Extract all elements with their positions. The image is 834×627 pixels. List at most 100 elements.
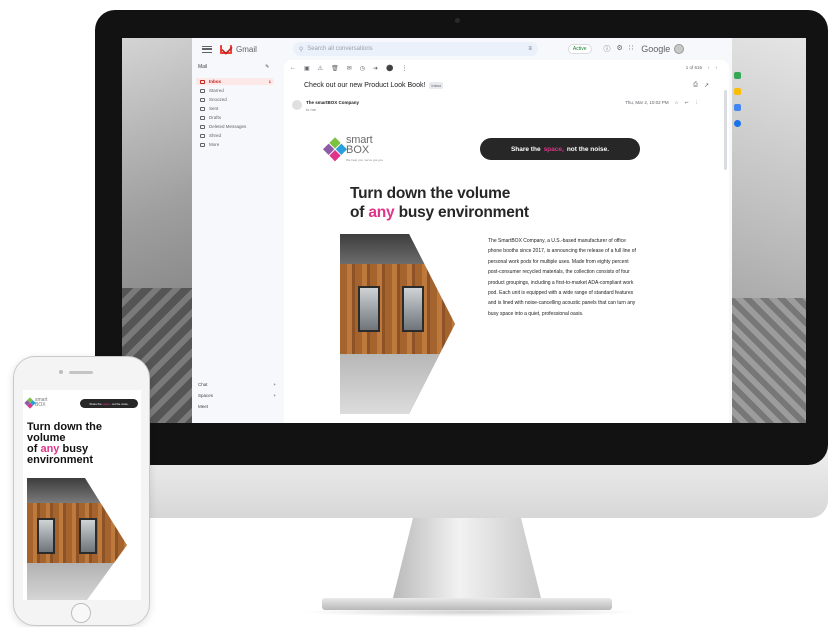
- section-label: Spaces: [198, 393, 214, 398]
- email-body-text: The SmartBOX Company, a U.S.-based manuf…: [488, 238, 636, 317]
- pager: 1 of 616 ‹ ›: [686, 65, 717, 70]
- mail-section: Mail ✎: [198, 64, 269, 70]
- phone-screen: smart BOX Share the space, not the noise…: [23, 390, 141, 600]
- label-icon[interactable]: ⚫: [386, 65, 393, 72]
- status-selector[interactable]: Active: [567, 44, 592, 54]
- slogan-banner: Share the space, not the noise.: [480, 138, 640, 160]
- search-icon: ⚲: [298, 46, 304, 53]
- settings-icon[interactable]: ⚙: [617, 44, 623, 54]
- chevron-down-icon: [200, 142, 205, 147]
- smartbox-logo: smart BOX We hear you, we've got you.: [322, 134, 384, 165]
- contacts-icon[interactable]: [734, 120, 741, 127]
- phone-logo-wordmark: smart BOX: [35, 398, 48, 408]
- label-icon: [200, 124, 205, 129]
- sidebar-section-chat[interactable]: Chat +: [198, 382, 276, 387]
- sidebar-item-deleted[interactable]: Deleted Messages: [196, 123, 274, 130]
- sidebar-item-snoozed[interactable]: Snoozed: [196, 96, 274, 103]
- message-meta: Thu, Mar 2, 10:02 PM ☆ ↩ ⋮: [625, 100, 699, 106]
- message-date: Thu, Mar 2, 10:02 PM: [625, 100, 669, 105]
- more-vert-icon[interactable]: ⋮: [401, 65, 407, 72]
- print-icon[interactable]: ⎙: [693, 82, 698, 89]
- draft-icon: [200, 115, 205, 120]
- headline-line1: Turn down the volume: [350, 185, 511, 202]
- google-wordmark: Google: [641, 44, 671, 54]
- sidebar-item-inbox[interactable]: Inbox 1: [196, 78, 274, 85]
- sidebar-item-label: Deleted Messages: [209, 124, 247, 129]
- slogan-part2: not the noise.: [566, 145, 610, 153]
- sidebar-item-label: More: [209, 142, 220, 147]
- webcam-icon: [455, 18, 460, 23]
- speaker-grille: [69, 371, 93, 374]
- phone-logo-mark: [24, 397, 36, 408]
- message-pane: ← ▣ ⚠ 🗑 ✉ ◷ ➜ ⚫ ⋮ 1 of 616 ‹ › Check out…: [284, 60, 729, 423]
- chevron-right-icon[interactable]: ›: [716, 65, 718, 70]
- chevron-left-icon[interactable]: ‹: [708, 65, 710, 70]
- keep-icon[interactable]: [734, 88, 741, 95]
- sidebar-section-meet[interactable]: Meet: [198, 404, 276, 409]
- help-icon[interactable]: ⓘ: [604, 44, 611, 54]
- tasks-icon[interactable]: [734, 104, 741, 111]
- headline-line4: environment: [27, 454, 94, 466]
- front-camera-icon: [59, 370, 63, 374]
- clock-icon: [200, 97, 205, 102]
- search-placeholder: Search all conversations: [307, 46, 373, 52]
- header-icons: ⓘ ⚙ ∷: [604, 44, 634, 54]
- add-icon[interactable]: +: [273, 393, 276, 398]
- star-icon[interactable]: ☆: [675, 100, 679, 106]
- archive-icon[interactable]: ▣: [304, 65, 310, 72]
- search-options-icon[interactable]: ≡: [528, 46, 532, 52]
- more-vert-icon[interactable]: ⋮: [695, 100, 700, 106]
- sheets-icon[interactable]: [734, 72, 741, 79]
- label-icon: [200, 133, 205, 138]
- subject-text: Check out our new Product Look Book!: [304, 82, 426, 89]
- imac-foot: [322, 598, 612, 610]
- search-input[interactable]: ⚲ Search all conversations ≡: [292, 42, 538, 56]
- sidebar-item-more[interactable]: More: [196, 141, 274, 148]
- add-icon[interactable]: +: [273, 382, 276, 387]
- sidebar-item-label: Inbox: [209, 79, 221, 84]
- side-panel: [732, 60, 746, 423]
- reply-icon[interactable]: ↩: [685, 100, 689, 106]
- account-avatar[interactable]: [674, 44, 685, 54]
- sidebar-item-drafts[interactable]: Drafts: [196, 114, 274, 121]
- scrollbar[interactable]: [724, 90, 727, 170]
- snooze-icon[interactable]: ◷: [360, 65, 365, 72]
- section-label: Chat: [198, 382, 208, 387]
- work-pod-photo: [340, 234, 455, 414]
- unread-count: 1: [268, 79, 271, 84]
- logo-box-text: BOX: [346, 144, 370, 156]
- home-button[interactable]: [71, 603, 91, 623]
- sidebar-item-label: Shred: [209, 133, 222, 138]
- headline-rest: busy environment: [398, 204, 530, 221]
- main-menu-icon[interactable]: [202, 45, 212, 53]
- send-icon: [200, 106, 205, 111]
- smartbox-logo-mark: [322, 136, 348, 162]
- pager-text: 1 of 616: [685, 65, 702, 70]
- report-spam-icon[interactable]: ⚠: [318, 65, 323, 72]
- mark-unread-icon[interactable]: ✉: [347, 65, 352, 72]
- sidebar-item-label: Drafts: [209, 115, 222, 120]
- app-name: Gmail: [236, 44, 257, 54]
- sidebar-item-sent[interactable]: Sent: [196, 105, 274, 112]
- apps-grid-icon[interactable]: ∷: [629, 44, 633, 54]
- recipient-line[interactable]: to me: [306, 107, 316, 112]
- gmail-header: Gmail ⚲ Search all conversations ≡ Activ…: [192, 38, 732, 60]
- back-arrow-icon[interactable]: ←: [290, 65, 296, 72]
- open-new-window-icon[interactable]: ↗: [704, 82, 709, 89]
- move-to-icon[interactable]: ➜: [373, 65, 378, 72]
- sidebar-item-shred[interactable]: Shred: [196, 132, 274, 139]
- logo-tagline: We hear you, we've got you.: [346, 158, 384, 162]
- message-toolbar: ← ▣ ⚠ 🗑 ✉ ◷ ➜ ⚫ ⋮: [290, 65, 407, 72]
- sidebar-section-spaces[interactable]: Spaces +: [198, 393, 276, 398]
- delete-icon[interactable]: 🗑: [331, 65, 339, 72]
- phone-smartbox-logo: smart BOX: [24, 397, 48, 408]
- inbox-label-chip[interactable]: Inbox: [429, 82, 444, 89]
- email-headline: Turn down the volume of any busy environ…: [350, 184, 529, 222]
- sidebar-item-label: Starred: [209, 88, 224, 93]
- phone-work-pod-photo: [27, 478, 127, 600]
- phone-slogan-banner: Share the space, not the noise.: [80, 399, 138, 408]
- compose-pencil-icon[interactable]: ✎: [265, 64, 269, 70]
- slogan-highlight: space,: [543, 145, 564, 153]
- sender-name: The smartBOX Company: [306, 100, 360, 105]
- sidebar-item-starred[interactable]: Starred: [196, 87, 274, 94]
